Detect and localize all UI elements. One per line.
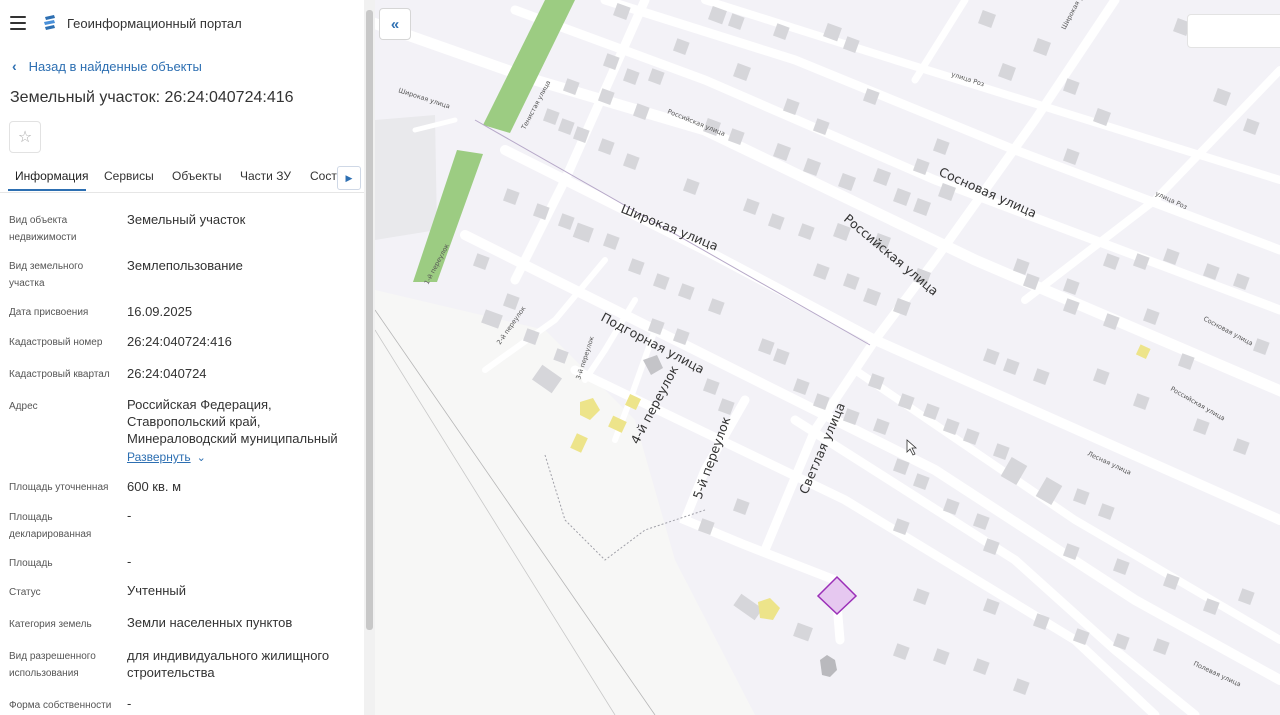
info-panel: Геоинформационный портал ‹ Назад в найде… [0,0,375,715]
value-cadastral-number: 26:24:040724:416 [127,334,232,349]
tab-objects[interactable]: Объекты [172,169,222,183]
panel-scrollbar[interactable] [364,0,375,715]
back-to-results-link[interactable]: ‹ Назад в найденные объекты [12,58,202,74]
value-area-refined: 600 кв. м [127,479,182,494]
map-search-box[interactable] [1187,14,1280,48]
value-permitted-use: для индивидуального жилищного строительс… [127,648,330,680]
expand-label: Развернуть [127,450,191,464]
label-permitted-use: Вид разрешенного использования [9,651,96,679]
portal-logo-icon [44,15,55,30]
back-link-label: Назад в найденные объекты [28,58,202,74]
value-object-type: Земельный участок [127,212,246,227]
tab-bar: Информация Сервисы Объекты Части ЗУ Сост… [0,164,364,193]
expand-address-link[interactable]: Развернуть ⌄ [127,450,206,464]
double-chevron-left-icon: « [390,15,400,33]
gray-structure [820,655,837,677]
label-area: Площадь [9,558,53,569]
value-area-declared: - [127,508,132,523]
scrollbar-thumb[interactable] [366,10,373,630]
label-small-rossiyskaya2: Российская улица [1169,385,1226,423]
page-title: Земельный участок: 26:24:040724:416 [10,89,294,106]
map-canvas[interactable]: Широкая улица Российская улица Сосновая … [375,0,1280,715]
label-small-polevaya: Полевая улица [1192,660,1242,689]
value-ownership: - [127,696,132,711]
selected-parcel[interactable] [816,575,858,616]
value-assign-date: 16.09.2025 [127,304,193,319]
label-status: Статус [9,587,41,598]
label-assign-date: Дата присвоения [9,307,89,318]
chevron-down-icon: ⌄ [196,452,206,464]
label-area-refined: Площадь уточненная [9,482,109,493]
map-view[interactable]: Широкая улица Российская улица Сосновая … [375,0,1280,715]
caret-right-icon: ▶ [345,172,353,183]
star-icon: ☆ [17,129,33,146]
favorite-button[interactable]: ☆ [9,121,41,153]
value-cadastral-quarter: 26:24:040724 [127,366,207,381]
label-small-shirokaya2: Широкая улица [1060,0,1092,31]
label-object-type: Вид объекта недвижимости [9,215,77,243]
label-cadastral-quarter: Кадастровый квартал [9,369,110,380]
label-small-shirokaya: Широкая улица [397,86,451,110]
tab-parts[interactable]: Части ЗУ [240,169,291,183]
label-parcel-type: Вид земельного участка [9,261,84,289]
value-parcel-type: Землепользование [127,258,243,273]
collapse-panel-button[interactable]: « [379,8,411,40]
tab-services[interactable]: Сервисы [104,169,154,183]
gray-lot-area [375,115,437,240]
value-address: Российская Федерация, Ставропольский кра… [127,397,338,446]
value-status: Учтенный [127,583,187,598]
tabs-scroll-right-button[interactable]: ▶ [337,166,361,190]
portal-title: Геоинформационный портал [67,16,242,31]
label-address: Адрес [9,401,38,412]
label-land-category: Категория земель [9,619,92,630]
label-shirokaya: Широкая улица [619,201,721,254]
chevron-left-icon: ‹ [12,58,17,74]
hamburger-menu-icon[interactable] [10,16,26,30]
value-area: - [127,554,132,569]
label-small-sosnovaya: Сосновая улица [1202,315,1254,348]
value-land-category: Земли населенных пунктов [127,615,293,630]
tab-info[interactable]: Информация [15,169,88,183]
label-ownership: Форма собственности [9,700,112,711]
panel-header: Геоинформационный портал [0,0,364,48]
label-area-declared: Площадь декларированная [9,512,92,540]
label-cadastral-number: Кадастровый номер [9,337,103,348]
active-tab-indicator [8,189,86,191]
